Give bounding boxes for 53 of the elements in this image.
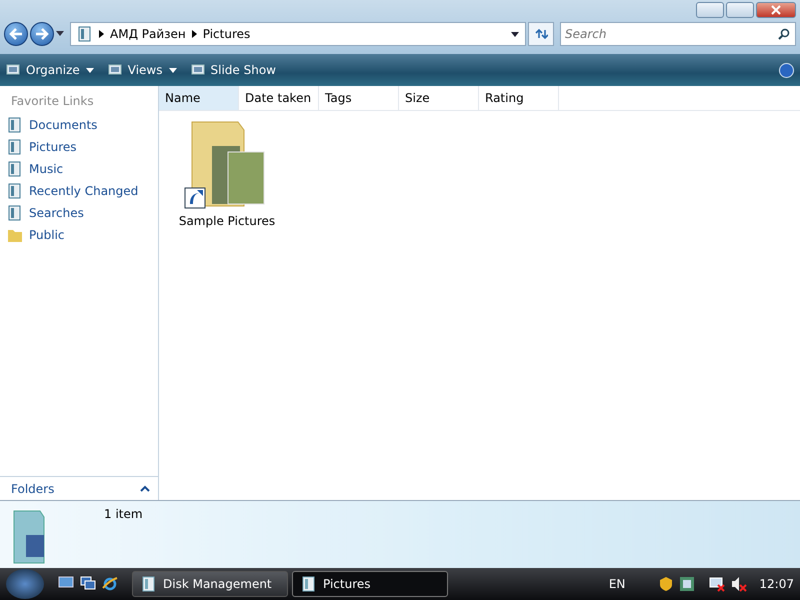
desktop-icon[interactable] — [58, 576, 74, 590]
help-button[interactable] — [779, 62, 794, 78]
monitor-icon[interactable] — [709, 576, 726, 592]
favorite-link[interactable]: Documents — [0, 114, 158, 136]
taskbar-button[interactable]: Pictures — [292, 571, 448, 597]
search-field[interactable]: Search — [560, 22, 796, 46]
forward-arrow-icon — [35, 28, 49, 40]
clock[interactable]: 12:07 — [759, 577, 794, 591]
folder-item[interactable]: Sample Pictures — [169, 115, 285, 229]
favorite-link[interactable]: Music — [0, 158, 158, 180]
close-icon — [771, 5, 781, 15]
window-icon — [301, 576, 317, 592]
window-icon — [141, 576, 157, 592]
document-icon — [7, 183, 23, 199]
window-switch-icon[interactable] — [80, 576, 96, 590]
forward-button[interactable] — [30, 22, 54, 46]
section-title: Favorite Links — [10, 93, 95, 110]
network-icon[interactable] — [679, 576, 696, 592]
dropdown-arrow-icon — [168, 68, 176, 72]
folder-icon — [7, 227, 23, 243]
start-button[interactable] — [6, 569, 44, 599]
language-indicator[interactable]: EN — [608, 577, 626, 591]
browser-icon[interactable] — [102, 576, 118, 592]
dropdown-arrow-icon[interactable] — [56, 31, 64, 37]
shield-icon[interactable] — [659, 576, 674, 592]
address-bar[interactable]: АМД Райзен Pictures — [70, 22, 526, 46]
taskbar-button[interactable]: Disk Management — [132, 571, 288, 597]
window-icon — [108, 64, 122, 76]
toolbar-button[interactable]: Views — [108, 63, 176, 77]
document-icon — [7, 117, 23, 133]
favorite-link[interactable]: Searches — [0, 202, 158, 224]
toolbar-button[interactable]: Organize — [6, 63, 94, 77]
speaker-muted-icon[interactable] — [731, 576, 748, 592]
breadcrumb[interactable]: Pictures — [202, 27, 250, 41]
favorite-link[interactable]: Pictures — [0, 136, 158, 158]
minimize-button[interactable] — [696, 2, 724, 18]
refresh-icon — [534, 28, 548, 40]
toolbar-button[interactable]: Slide Show — [190, 63, 276, 77]
maximize-button[interactable] — [726, 2, 754, 18]
refresh-button[interactable] — [528, 22, 554, 46]
chevron-icon[interactable] — [99, 30, 104, 38]
chevron-icon[interactable] — [192, 30, 197, 38]
dropdown-arrow-icon — [86, 68, 94, 72]
back-button[interactable] — [4, 22, 28, 46]
favorite-link[interactable]: Public — [0, 224, 158, 246]
item-count: 1 item — [103, 507, 143, 523]
dropdown-arrow-icon[interactable] — [511, 32, 519, 36]
breadcrumb[interactable]: АМД Райзен — [110, 27, 186, 41]
document-icon — [7, 139, 23, 155]
close-button[interactable] — [756, 2, 796, 18]
favorite-link[interactable]: Recently Changed — [0, 180, 158, 202]
back-arrow-icon — [9, 28, 23, 40]
column-header[interactable]: Name — [159, 86, 239, 110]
